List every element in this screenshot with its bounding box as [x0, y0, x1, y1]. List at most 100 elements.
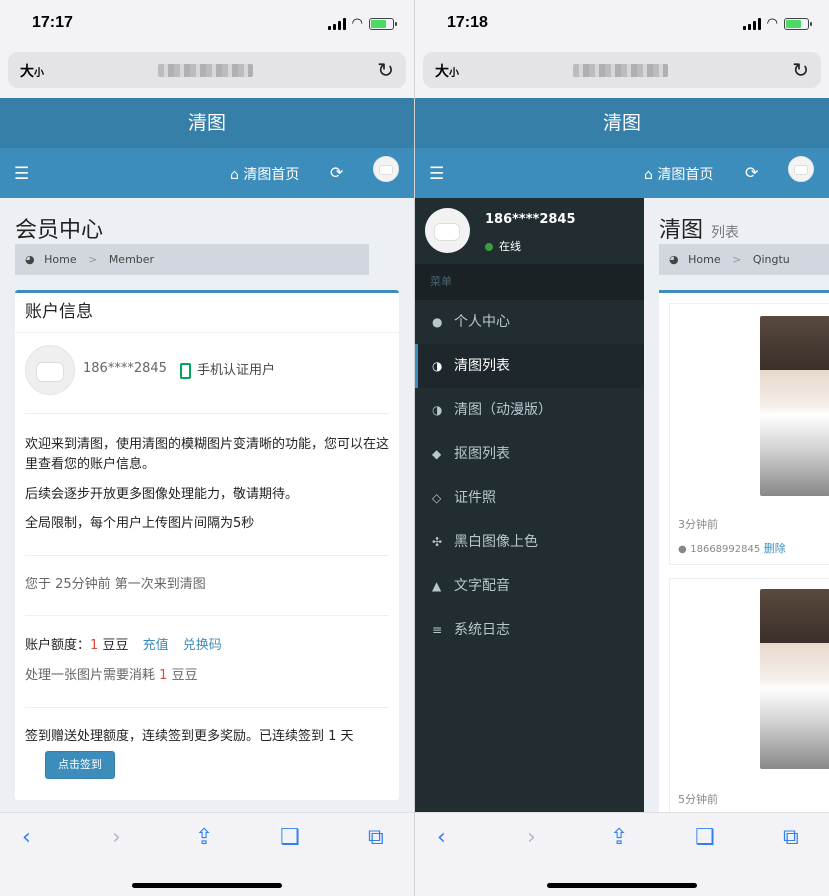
card-user: 18668992845	[690, 544, 761, 555]
image-card: 5分钟前	[669, 578, 829, 812]
first-visit-text: 您于 25分钟前 第一次来到清图	[25, 577, 206, 592]
navbar: ☰ ⌂ 清图首页 ⟳	[0, 148, 414, 198]
forward-icon[interactable]: ›	[527, 825, 536, 850]
diamond-icon: ◇	[432, 491, 442, 505]
quota-value: 1	[90, 638, 99, 653]
signal-icon	[742, 17, 761, 30]
sidebar-item-qingtu-anime[interactable]: ◑ 清图（动漫版）	[415, 388, 644, 432]
back-icon[interactable]: ‹	[22, 825, 31, 850]
bookmarks-icon[interactable]: ❑	[280, 825, 300, 850]
share-icon[interactable]: ⇪	[195, 825, 213, 850]
breadcrumb-home[interactable]: Home	[688, 253, 720, 266]
sidebar-item-personal-center[interactable]: ● 个人中心	[415, 300, 644, 344]
reload-icon[interactable]: ↻	[792, 58, 809, 82]
main-content: 清图 列表 ◕ Home > Qingtu 3分钟前 ● 18668992845 …	[644, 198, 829, 812]
status-icons: ◠	[327, 16, 397, 31]
forward-icon[interactable]: ›	[112, 825, 121, 850]
online-dot-icon	[485, 243, 493, 251]
profile-row: 186****2845 手机认证用户	[25, 345, 389, 397]
bookmarks-icon[interactable]: ❑	[695, 825, 715, 850]
phone-number: 186****2845	[83, 361, 167, 376]
sidebar-item-cutout-list[interactable]: ◆ 抠图列表	[415, 432, 644, 476]
safari-toolbar: ‹ › ⇪ ❑ ⧉	[415, 812, 829, 896]
right-screen: 17:18 ◠ 大小 ↻ 清图 ☰ ⌂ 清图首页 ⟳ 186****2845 在…	[415, 0, 829, 896]
url-field[interactable]: 大小 ↻	[8, 52, 406, 88]
quota-label: 账户额度：	[25, 638, 91, 653]
result-image[interactable]	[760, 316, 829, 496]
avatar	[25, 345, 75, 395]
tags-icon: ◆	[432, 447, 442, 461]
user-avatar[interactable]	[788, 156, 814, 182]
reload-icon[interactable]: ↻	[377, 58, 394, 82]
page-title: 清图 列表	[659, 218, 740, 243]
account-info-box: 账户信息 186****2845 手机认证用户 欢迎来到清图，使用清图的模糊图片…	[15, 290, 399, 800]
sidebar-item-qingtu-list[interactable]: ◑ 清图列表	[415, 344, 644, 388]
sidebar-item-voiceover[interactable]: ▲ 文字配音	[415, 564, 644, 608]
quota-row: 账户额度：1 豆豆 充值 兑换码	[25, 636, 389, 656]
home-indicator	[132, 883, 282, 888]
menu-toggle-icon[interactable]: ☰	[429, 164, 444, 184]
breadcrumb-current: Member	[108, 253, 155, 266]
sidebar-item-id-photo[interactable]: ◇ 证件照	[415, 476, 644, 520]
redeem-link[interactable]: 兑换码	[183, 638, 222, 653]
status-bar: 17:17 ◠	[0, 0, 414, 48]
battery-icon	[369, 17, 397, 30]
verified-badge: 手机认证用户	[180, 359, 275, 379]
delete-link[interactable]: 删除	[764, 542, 786, 555]
left-screen: 17:17 ◠ 大小 ↻ 清图 ☰ ⌂ 清图首页 ⟳ 会员中心 ◕ Home >…	[0, 0, 414, 896]
status-time: 17:17	[32, 14, 73, 31]
text-size-button[interactable]: 大小	[20, 61, 44, 81]
tabs-icon[interactable]: ⧉	[783, 825, 799, 850]
user-icon: ●	[432, 315, 443, 329]
divider	[25, 413, 389, 414]
breadcrumb-home[interactable]: Home	[44, 253, 76, 266]
wifi-icon: ◠	[351, 16, 363, 31]
dashboard-icon: ◕	[669, 253, 679, 266]
sync-icon[interactable]: ⟳	[745, 163, 758, 182]
back-icon[interactable]: ‹	[437, 825, 446, 850]
result-image[interactable]	[760, 589, 829, 769]
divider	[25, 555, 389, 556]
phone-verified-icon	[180, 362, 191, 379]
sidebar: 186****2845 在线 菜单 ● 个人中心 ◑ 清图列表 ◑ 清图（动漫版） ◆…	[415, 198, 644, 812]
text-size-button[interactable]: 大小	[435, 61, 459, 81]
half-circle-icon: ◑	[432, 403, 443, 417]
safari-toolbar: ‹ › ⇪ ❑ ⧉	[0, 812, 414, 896]
intro-text-3: 全局限制，每个用户上传图片间隔为5秒	[25, 516, 255, 531]
checkin-text: 签到赠送处理额度，连续签到更多奖励。已连续签到 1 天	[25, 729, 354, 744]
nav-home-link[interactable]: ⌂ 清图首页	[230, 164, 299, 184]
sidebar-menu: ● 个人中心 ◑ 清图列表 ◑ 清图（动漫版） ◆ 抠图列表 ◇ 证件照 ✣ 黑白图像上色 …	[415, 300, 644, 652]
wifi-icon: ◠	[766, 16, 778, 31]
card-user-row: ● 18668992845 删除	[678, 540, 786, 556]
intro-text-2: 后续会逐步开放更多图像处理能力，敬请期待。	[25, 487, 299, 502]
nav-home-link[interactable]: ⌂ 清图首页	[644, 164, 713, 184]
sidebar-item-system-log[interactable]: ≡ 系统日志	[415, 608, 644, 652]
card-time: 3分钟前	[678, 518, 718, 531]
home-indicator	[547, 883, 697, 888]
divider	[25, 615, 389, 616]
status-bar: 17:18 ◠	[415, 0, 829, 48]
app-title: 清图	[0, 98, 414, 148]
cost-row: 处理一张图片需要消耗 1 豆豆	[25, 668, 198, 683]
url-field[interactable]: 大小 ↻	[423, 52, 821, 88]
page-subtitle: 列表	[711, 225, 740, 241]
status-time: 17:18	[447, 14, 488, 31]
quota-unit: 豆豆	[102, 638, 129, 653]
user-avatar[interactable]	[373, 156, 399, 182]
half-circle-icon: ◑	[432, 359, 443, 373]
recharge-link[interactable]: 充值	[143, 638, 169, 653]
menu-toggle-icon[interactable]: ☰	[14, 164, 29, 184]
user-icon: ●	[678, 544, 687, 555]
breadcrumb: ◕ Home > Member	[15, 244, 369, 275]
checkin-button[interactable]: 点击签到	[45, 751, 115, 779]
app-title: 清图	[415, 98, 829, 148]
battery-icon	[784, 17, 812, 30]
share-icon[interactable]: ⇪	[610, 825, 628, 850]
sidebar-user-panel: 186****2845 在线	[415, 198, 644, 264]
url-text-blurred	[573, 64, 668, 77]
sync-icon[interactable]: ⟳	[330, 163, 343, 182]
android-icon: ▲	[432, 579, 442, 593]
breadcrumb-sep: >	[88, 253, 98, 266]
sidebar-item-colorize[interactable]: ✣ 黑白图像上色	[415, 520, 644, 564]
tabs-icon[interactable]: ⧉	[368, 825, 384, 850]
